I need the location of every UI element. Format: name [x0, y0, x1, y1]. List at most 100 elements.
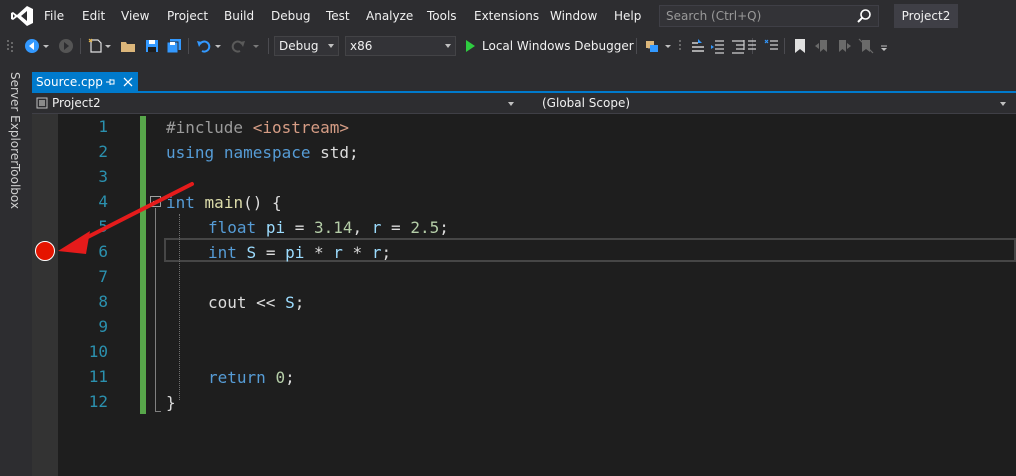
debug-target-dropdown-icon[interactable]	[664, 38, 672, 54]
debug-target-icon[interactable]	[644, 38, 660, 54]
undo-icon[interactable]	[196, 38, 212, 54]
toolbar-options-icon[interactable]	[880, 38, 888, 54]
code-text: }	[166, 393, 176, 412]
line-number: 11	[88, 367, 108, 386]
pin-icon[interactable]	[104, 76, 116, 88]
code-text: cout	[208, 293, 247, 312]
toolbar-grip-icon[interactable]	[6, 38, 14, 54]
menu-tools[interactable]: Tools	[427, 9, 457, 23]
chevron-down-icon	[328, 44, 334, 48]
breakpoint-icon[interactable]	[35, 241, 55, 261]
line-number: 10	[88, 342, 108, 361]
solution-platform-select[interactable]: x86	[345, 36, 456, 56]
close-icon[interactable]	[122, 76, 134, 88]
navigate-forward-icon[interactable]	[58, 38, 74, 54]
number-literal: 3.14	[313, 218, 353, 237]
play-icon	[466, 40, 475, 52]
search-icon[interactable]	[856, 8, 872, 24]
menu-extensions[interactable]: Extensions	[474, 9, 539, 23]
tab-source-cpp[interactable]: Source.cpp	[32, 72, 138, 93]
project-select-value: Project2	[52, 96, 101, 110]
open-folder-icon[interactable]	[120, 38, 136, 54]
change-tracking-bar	[140, 116, 146, 414]
menu-analyze[interactable]: Analyze	[366, 9, 413, 23]
code-text: =	[381, 218, 411, 237]
chevron-down-icon	[508, 102, 514, 106]
bookmark-icon[interactable]	[792, 38, 808, 54]
code-text: ;	[381, 243, 392, 262]
navigate-back-icon[interactable]	[24, 38, 40, 54]
menu-window[interactable]: Window	[550, 9, 597, 23]
redo-icon[interactable]	[230, 38, 246, 54]
clear-bookmarks-icon[interactable]	[858, 38, 874, 54]
code-line-4[interactable]: int main() {	[166, 190, 282, 215]
next-bookmark-icon[interactable]	[836, 38, 852, 54]
code-line-2[interactable]: using namespace std;	[166, 140, 359, 165]
number-literal: 0	[275, 368, 286, 387]
scope-select-value: (Global Scope)	[542, 96, 631, 110]
breakpoint-margin[interactable]	[32, 114, 58, 476]
redo-dropdown-icon[interactable]	[252, 38, 260, 54]
line-number: 8	[98, 292, 108, 311]
navigation-bar: Project2 (Global Scope)	[32, 93, 1016, 114]
include-header: <iostream>	[252, 118, 350, 137]
variable: S	[246, 243, 257, 262]
code-line-6[interactable]: int S = pi * r * r;	[208, 240, 391, 265]
keyword: int	[208, 243, 237, 262]
start-debugging-button[interactable]: Local Windows Debugger	[464, 37, 652, 55]
solution-configuration-select[interactable]: Debug	[274, 36, 339, 56]
toolbar-separator	[188, 38, 189, 54]
code-text: *	[342, 243, 372, 262]
search-input[interactable]: Search (Ctrl+Q)	[659, 5, 879, 27]
menu-edit[interactable]: Edit	[82, 9, 105, 23]
save-icon[interactable]	[144, 38, 160, 54]
outline-end	[155, 411, 161, 412]
comment-lines-icon[interactable]	[742, 38, 758, 54]
code-line-11[interactable]: return 0;	[208, 365, 295, 390]
undo-dropdown-icon[interactable]	[214, 38, 222, 54]
line-number: 4	[98, 192, 108, 211]
menu-file[interactable]: File	[44, 9, 64, 23]
code-text: *	[304, 243, 334, 262]
scope-select[interactable]: (Global Scope)	[518, 94, 1010, 113]
variable: r	[333, 243, 343, 262]
number-literal: 2.5	[410, 218, 440, 237]
code-line-8[interactable]: cout << S;	[208, 290, 304, 315]
toolbox-tab[interactable]: Toolbox	[8, 164, 22, 209]
code-text: () {	[243, 193, 282, 212]
save-all-icon[interactable]	[166, 38, 182, 54]
project-select[interactable]: Project2	[32, 94, 518, 113]
visual-studio-logo-icon[interactable]	[11, 6, 33, 26]
code-text: =	[256, 243, 286, 262]
previous-bookmark-icon[interactable]	[814, 38, 830, 54]
standard-toolbar: Debug x86 Local Windows Debugger	[0, 32, 1016, 60]
code-line-1[interactable]: #include <iostream>	[166, 115, 349, 140]
step-icon[interactable]	[690, 38, 706, 54]
new-project-icon[interactable]	[88, 38, 104, 54]
uncomment-lines-icon[interactable]	[764, 38, 780, 54]
keyword: namespace	[223, 143, 311, 162]
toolbar-separator	[268, 38, 269, 54]
back-dropdown-icon[interactable]	[42, 38, 50, 54]
server-explorer-tab[interactable]: Server Explorer	[8, 72, 22, 165]
collapse-toggle-icon[interactable]	[150, 196, 161, 207]
code-text: =	[285, 218, 314, 237]
menu-view[interactable]: View	[121, 9, 149, 23]
code-line-5[interactable]: float pi = 3.14, r = 2.5;	[208, 215, 449, 240]
menu-debug[interactable]: Debug	[271, 9, 310, 23]
document-tab-strip: Source.cpp	[32, 60, 1016, 93]
menu-test[interactable]: Test	[326, 9, 350, 23]
menu-build[interactable]: Build	[224, 9, 254, 23]
menu-project[interactable]: Project	[167, 9, 208, 23]
code-editor[interactable]: 1 2 3 4 5 6 7 8 9 10 11 12 #include <ios…	[32, 114, 1016, 476]
menu-help[interactable]: Help	[614, 9, 641, 23]
chevron-down-icon	[1000, 102, 1006, 106]
code-text: <<	[246, 293, 286, 312]
side-tool-strip: Server Explorer Toolbox	[0, 60, 32, 476]
keyword: int	[166, 193, 195, 212]
toolbar-separator	[636, 38, 637, 54]
code-line-12[interactable]: }	[166, 390, 176, 415]
new-dropdown-icon[interactable]	[104, 38, 112, 54]
outline-line	[155, 208, 156, 412]
outdent-icon[interactable]	[710, 38, 726, 54]
